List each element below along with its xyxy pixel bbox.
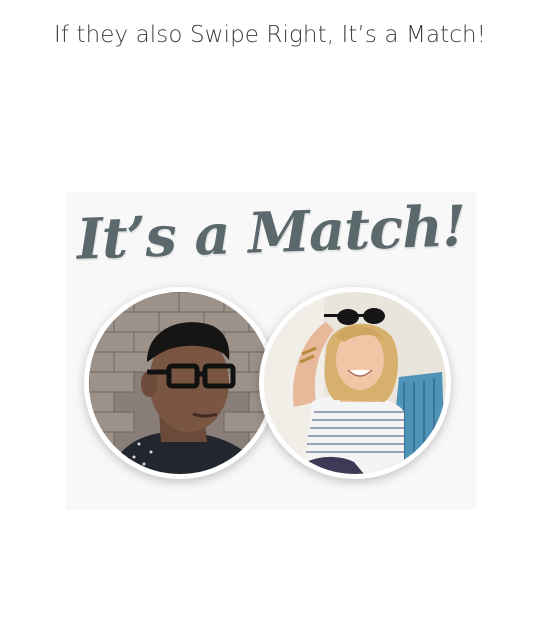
- match-photo-left: [84, 287, 276, 479]
- match-card: It’s a Match!: [66, 192, 476, 510]
- page-headline: If they also Swipe Right, It’s a Match!: [53, 22, 487, 48]
- match-title: It’s a Match!: [75, 193, 467, 273]
- match-photo-right: [259, 287, 451, 479]
- woman-with-sunglasses-photo: [264, 292, 446, 474]
- man-with-glasses-photo: [89, 292, 271, 474]
